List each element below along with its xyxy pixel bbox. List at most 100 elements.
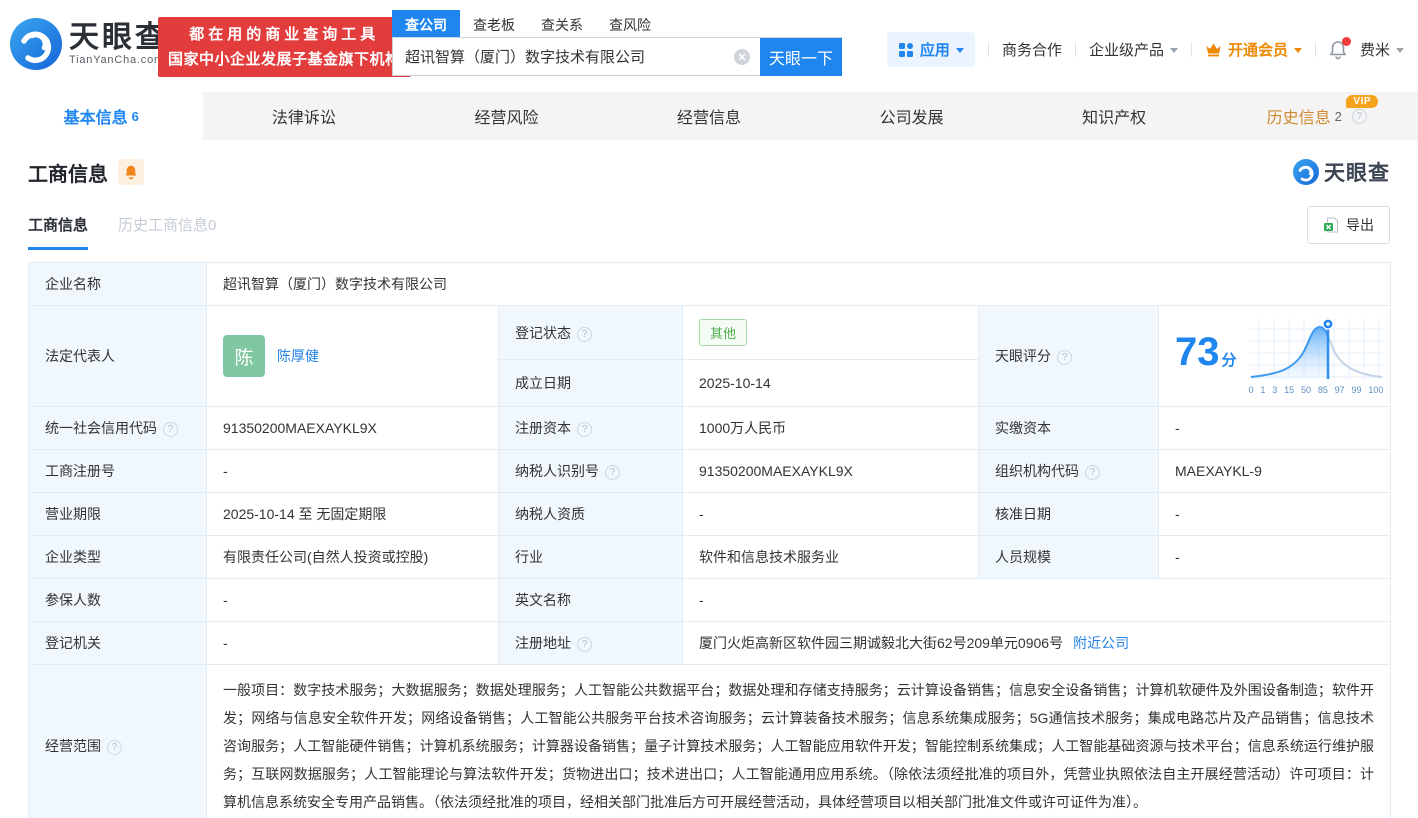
- tab-legal[interactable]: 法律诉讼: [203, 92, 406, 140]
- company-name-value: 超讯智算（厦门）数字技术有限公司: [205, 262, 1392, 306]
- tab-intellectual-property[interactable]: 知识产权: [1013, 92, 1216, 140]
- field-label-text: 天眼评分: [995, 348, 1051, 364]
- search-tabs: 查公司 查老板 查关系 查风险: [392, 10, 842, 38]
- chevron-down-icon: [955, 48, 964, 53]
- tab-label: 经营风险: [474, 110, 539, 127]
- help-icon[interactable]: ?: [1351, 108, 1367, 124]
- field-value: 有限责任公司(自然人投资或控股): [206, 535, 499, 579]
- field-value: MAEXAYKL-9: [1157, 449, 1392, 493]
- table-row: 参保人数 - 英文名称 -: [28, 578, 1392, 622]
- chevron-down-icon: [1169, 48, 1178, 53]
- field-label-text: 注册地址: [515, 635, 571, 651]
- divider: [1074, 42, 1076, 57]
- promo-line2: 国家中小企业发展子基金旗下机构: [168, 51, 401, 68]
- avatar[interactable]: 陈: [223, 335, 265, 377]
- tianyancha-logo-icon: [1293, 159, 1319, 185]
- field-label-text: 登记状态: [515, 324, 571, 341]
- field-value: 2025-10-14: [682, 359, 979, 407]
- search-tab-relation[interactable]: 查关系: [528, 10, 596, 37]
- field-label-text: 注册资本: [515, 420, 571, 436]
- notifications-bell[interactable]: [1329, 36, 1351, 60]
- watermark-label: 天眼查: [1324, 162, 1390, 185]
- field-label: 行业: [498, 535, 683, 579]
- nav-vip[interactable]: 开通会员: [1205, 39, 1302, 60]
- field-label: 天眼评分?: [978, 305, 1159, 407]
- tab-operation-info[interactable]: 经营信息: [608, 92, 811, 140]
- address-value: 厦门火炬高新区软件园三期诚毅北大街62号209单元0906号: [699, 635, 1064, 651]
- divider: [1314, 42, 1316, 57]
- nav-cooperation-label: 商务合作: [1001, 42, 1062, 59]
- table-row: 统一社会信用代码? 91350200MAEXAYKL9X 注册资本? 1000万…: [28, 406, 1392, 450]
- address-cell: 厦门火炬高新区软件园三期诚毅北大街62号209单元0906号 附近公司: [681, 621, 1392, 665]
- tab-count: 6: [131, 108, 139, 124]
- field-value: -: [206, 449, 499, 493]
- subtab-history-business-info[interactable]: 历史工商信息0: [118, 214, 216, 250]
- field-label: 企业名称: [28, 262, 207, 306]
- table-row: 经营范围? 一般项目：数字技术服务；大数据服务；数据处理服务；人工智能公共数据平…: [28, 664, 1392, 818]
- search-tab-risk[interactable]: 查风险: [596, 10, 664, 37]
- field-value: -: [1157, 492, 1392, 536]
- help-icon[interactable]: ?: [577, 637, 592, 652]
- field-label: 营业期限: [28, 492, 207, 536]
- tab-label: 知识产权: [1082, 110, 1147, 127]
- nav-enterprise[interactable]: 企业级产品: [1089, 39, 1178, 60]
- field-value: -: [206, 578, 499, 622]
- subtab-business-info[interactable]: 工商信息: [28, 214, 89, 250]
- tianyancha-watermark: 天眼查: [1293, 157, 1390, 187]
- help-icon[interactable]: ?: [577, 326, 592, 342]
- score-unit: 分: [1221, 351, 1237, 369]
- tab-history-info[interactable]: VIP 历史信息 2 ?: [1215, 92, 1418, 140]
- field-value: 2025-10-14 至 无固定期限: [206, 492, 499, 536]
- export-button[interactable]: 导出: [1307, 206, 1390, 244]
- field-label: 纳税人识别号?: [498, 449, 683, 493]
- field-label: 英文名称: [498, 578, 683, 622]
- field-value: 91350200MAEXAYKL9X: [682, 449, 979, 493]
- help-icon[interactable]: ?: [605, 465, 620, 480]
- tab-operation-risk[interactable]: 经营风险: [405, 92, 608, 140]
- field-label: 人员规模: [978, 535, 1159, 579]
- nav-user[interactable]: 费米: [1360, 39, 1404, 60]
- clear-search-icon[interactable]: [734, 49, 750, 70]
- search-button[interactable]: 天眼一下: [760, 38, 842, 76]
- nav-enterprise-label: 企业级产品: [1088, 42, 1164, 59]
- nav-cooperation[interactable]: 商务合作: [1002, 39, 1062, 60]
- help-icon[interactable]: ?: [107, 740, 122, 755]
- help-icon[interactable]: ?: [1057, 350, 1072, 365]
- help-icon[interactable]: ?: [577, 422, 592, 437]
- notification-dot: [1341, 36, 1351, 46]
- field-label-text: 纳税人识别号: [515, 463, 599, 479]
- help-icon[interactable]: ?: [163, 422, 178, 437]
- search-area: 查公司 查老板 查关系 查风险 天眼一下: [392, 10, 842, 76]
- top-nav: 应用 商务合作 企业级产品 开通会员 费米: [886, 32, 1404, 67]
- legal-rep-link[interactable]: 陈厚健: [277, 346, 319, 366]
- tab-company-development[interactable]: 公司发展: [810, 92, 1013, 140]
- nav-apps[interactable]: 应用: [886, 32, 975, 67]
- field-label-text: 统一社会信用代码: [45, 420, 157, 436]
- business-info-table: 企业名称 超讯智算（厦门）数字技术有限公司 法定代表人 陈 陈厚健 登记状态? …: [28, 262, 1392, 818]
- chevron-down-icon: [1293, 48, 1302, 53]
- table-row: 工商注册号 - 纳税人识别号? 91350200MAEXAYKL9X 组织机构代…: [28, 449, 1392, 493]
- field-label: 成立日期: [498, 359, 683, 407]
- search-tab-company[interactable]: 查公司: [392, 10, 460, 37]
- nearby-companies-link[interactable]: 附近公司: [1073, 635, 1129, 651]
- subscribe-bell-button[interactable]: [118, 159, 144, 185]
- legal-rep-cell: 陈 陈厚健: [206, 305, 499, 407]
- tab-basic-info[interactable]: 基本信息 6: [0, 92, 203, 140]
- table-row: 企业类型 有限责任公司(自然人投资或控股) 行业 软件和信息技术服务业 人员规模…: [28, 535, 1392, 579]
- export-label: 导出: [1346, 217, 1374, 233]
- crown-icon: [1206, 43, 1221, 57]
- divider: [987, 42, 989, 57]
- field-value: -: [206, 621, 499, 665]
- tab-label: 历史信息: [1266, 110, 1331, 127]
- search-tab-boss[interactable]: 查老板: [460, 10, 528, 37]
- help-icon[interactable]: ?: [1085, 465, 1100, 480]
- main-tabbar: 基本信息 6 法律诉讼 经营风险 经营信息 公司发展 知识产权 VIP 历史信息…: [0, 92, 1418, 140]
- tab-label: 公司发展: [879, 110, 944, 127]
- promo-line1: 都在用的商业查询工具: [189, 26, 380, 43]
- nav-vip-label: 开通会员: [1227, 42, 1288, 59]
- top-header: 天眼查 TianYanCha.com 都在用的商业查询工具 国家中小企业发展子基…: [0, 0, 1418, 92]
- field-value: 1000万人民币: [682, 406, 979, 450]
- divider: [1190, 42, 1192, 57]
- tianyancha-logo[interactable]: 天眼查 TianYanCha.com: [10, 18, 168, 70]
- search-input[interactable]: [392, 38, 760, 76]
